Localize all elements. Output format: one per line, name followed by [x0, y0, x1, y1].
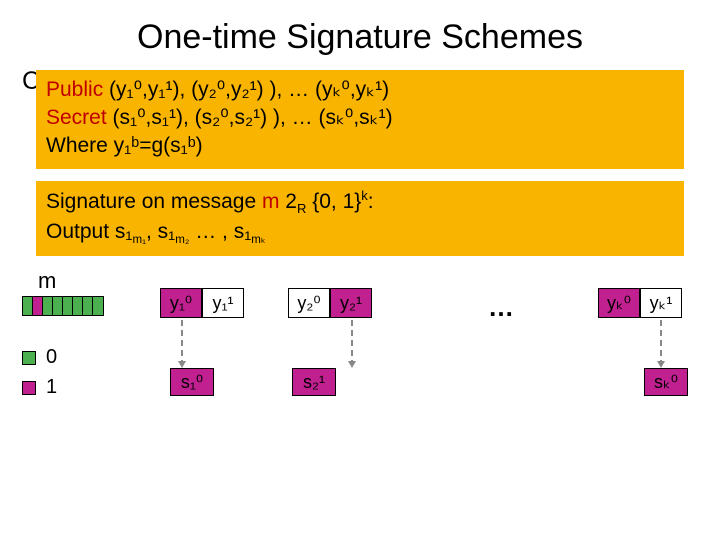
y20-cell: y₂⁰: [288, 288, 330, 318]
sig-line1: Signature on message m 2R {0, 1}k:: [46, 187, 674, 218]
s10-cell: s₁⁰: [170, 368, 214, 396]
slide-title: One-time Signature Schemes: [0, 0, 720, 57]
legend-0: 0: [22, 346, 57, 369]
bit: [33, 297, 43, 315]
yk0-cell: yₖ⁰: [598, 288, 640, 318]
arrow-1: [181, 320, 183, 366]
where-line: Where y₁ᵇ=g(s₁ᵇ): [46, 132, 674, 160]
secret-line: Secret (s₁⁰,s₁¹), (s₂⁰,s₂¹) ), … (sₖ⁰,sₖ…: [46, 104, 674, 132]
y11-cell: y₁¹: [202, 288, 244, 318]
sig-line2: Output s₁m₁, s₁m₂ … , s₁mₖ: [46, 218, 674, 249]
bit: [43, 297, 53, 315]
ellipsis: …: [488, 292, 514, 323]
keys-box: Public (y₁⁰,y₁¹), (y₂⁰,y₂¹) ), … (yₖ⁰,yₖ…: [36, 70, 684, 169]
bit: [53, 297, 63, 315]
yk-pair: yₖ⁰ yₖ¹: [598, 288, 682, 318]
m-label: m: [38, 268, 56, 294]
sig2-mk: mₖ: [251, 234, 266, 246]
sk0-cell: sₖ⁰: [644, 368, 688, 396]
arrow-2: [351, 320, 353, 366]
bit: [63, 297, 73, 315]
public-line: Public (y₁⁰,y₁¹), (y₂⁰,y₂¹) ), … (yₖ⁰,yₖ…: [46, 76, 674, 104]
bit: [73, 297, 83, 315]
sig2-c2: … , s₁: [189, 220, 251, 243]
diagram: m 0 1 y₁⁰ y₁¹ s₁⁰ y₂⁰ y₂¹ s₂¹ … yₖ⁰ yₖ¹ …: [0, 268, 720, 428]
public-label: Public: [46, 78, 103, 101]
sig2-m2: m₂: [175, 234, 189, 246]
sig-colon: :: [368, 190, 374, 213]
sig-m: m: [262, 190, 280, 213]
sig-pre: Signature on message: [46, 190, 262, 213]
sig2-pre: Output s₁: [46, 220, 132, 243]
legend-swatch-0: [22, 351, 36, 365]
s21-cell: s₂¹: [292, 368, 336, 396]
sig2-m1: m₁: [132, 234, 146, 246]
secret-label: Secret: [46, 106, 107, 129]
sig-set: {0, 1}: [306, 190, 361, 213]
yk1-cell: yₖ¹: [640, 288, 682, 318]
sig-mid: 2: [279, 190, 297, 213]
y2-pair: y₂⁰ y₂¹: [288, 288, 372, 318]
y10-cell: y₁⁰: [160, 288, 202, 318]
message-bits: [22, 296, 104, 316]
secret-expr: (s₁⁰,s₁¹), (s₂⁰,s₂¹) ), … (sₖ⁰,sₖ¹): [107, 106, 393, 129]
bit: [23, 297, 33, 315]
legend-label-1: 1: [46, 376, 57, 399]
y21-cell: y₂¹: [330, 288, 372, 318]
sig-R: R: [297, 201, 306, 216]
legend-swatch-1: [22, 381, 36, 395]
legend-1: 1: [22, 376, 57, 399]
legend-label-0: 0: [46, 346, 57, 369]
bit: [93, 297, 103, 315]
signature-box: Signature on message m 2R {0, 1}k: Outpu…: [36, 181, 684, 257]
public-expr: (y₁⁰,y₁¹), (y₂⁰,y₂¹) ), … (yₖ⁰,yₖ¹): [103, 78, 389, 101]
y1-pair: y₁⁰ y₁¹: [160, 288, 244, 318]
bit: [83, 297, 93, 315]
arrow-k: [660, 320, 662, 366]
sig2-c1: , s₁: [146, 220, 175, 243]
